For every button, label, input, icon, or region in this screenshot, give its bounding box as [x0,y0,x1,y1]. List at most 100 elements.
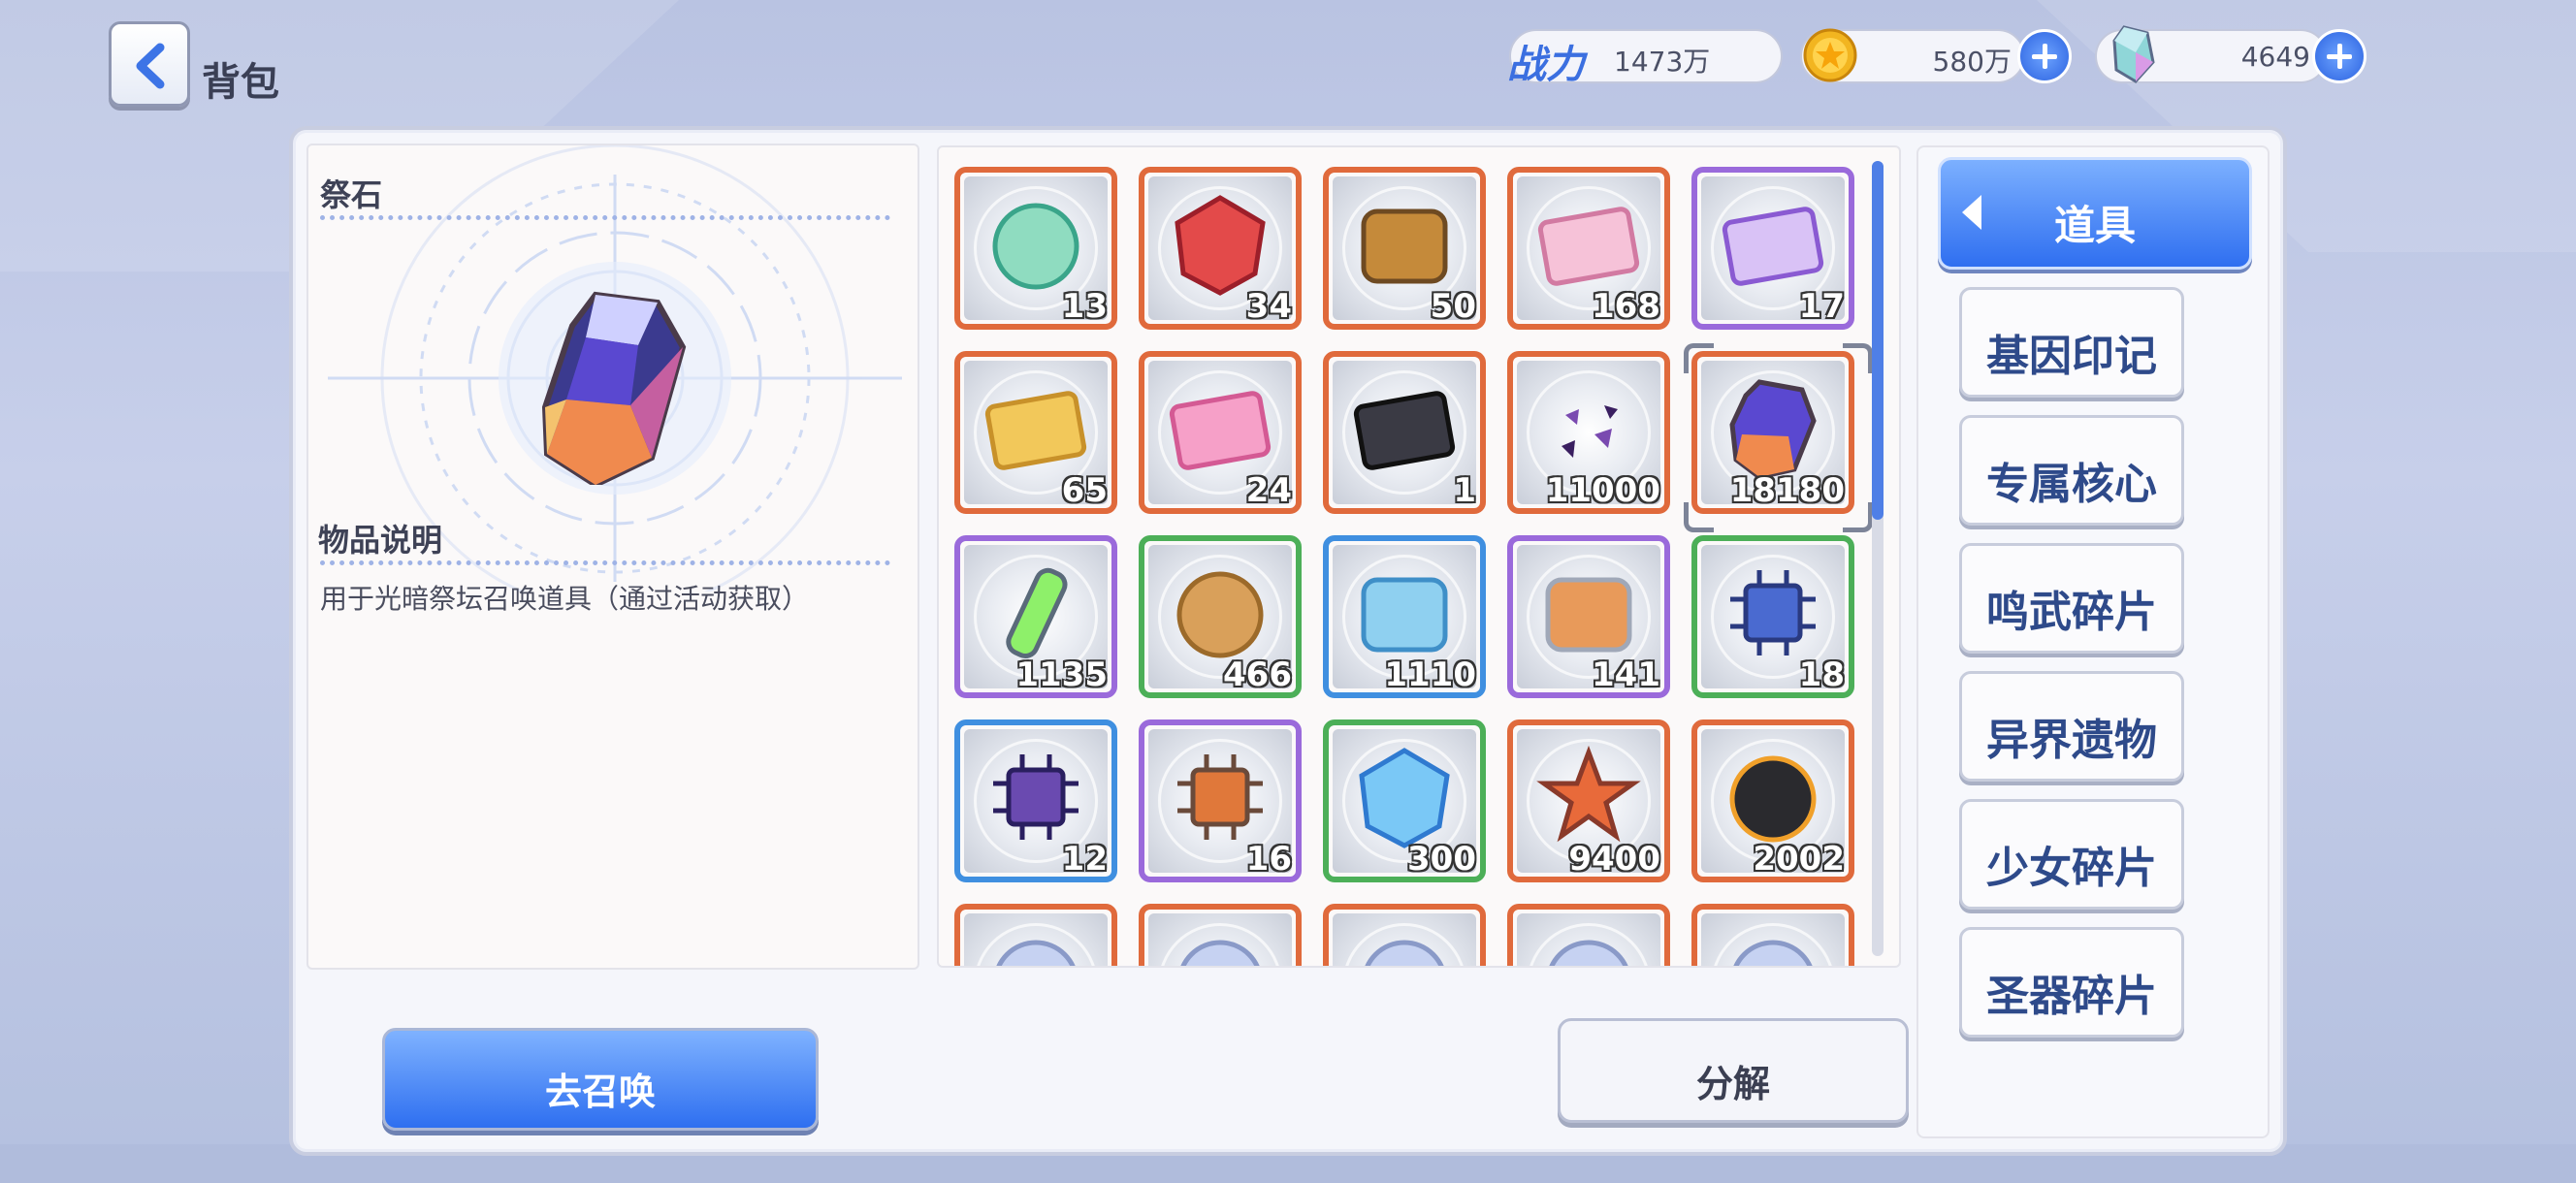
item-slot[interactable]: 300 [1323,719,1486,882]
item-count: 18 [1798,655,1845,694]
partial-icon [1733,940,1813,966]
page-title: 背包 [202,60,279,105]
item-name: 祭石 [320,176,383,213]
item-count: 17 [1798,287,1845,326]
item-slot[interactable]: 141 [1507,535,1670,698]
category-tab-gene-mark[interactable]: 基因印记 [1959,287,2184,398]
item-slot[interactable]: 17 [1691,167,1854,330]
gold-display: 580万 [1800,28,2025,83]
item-slot[interactable]: 16 [1139,719,1302,882]
item-count: 16 [1245,840,1292,879]
purple-ticket-icon [1722,207,1824,286]
category-label: 少女碎片 [1986,844,2157,893]
gold-coin-icon [1803,28,1857,82]
selection-corner [1684,502,1714,532]
button-label: 去召唤 [544,1071,656,1113]
item-count: 18180 [1729,471,1845,510]
scrollbar-thumb[interactable] [1872,161,1884,520]
item-count: 1110 [1384,655,1476,694]
item-slot[interactable]: 1110 [1323,535,1486,698]
ghost-icon [1729,755,1817,843]
item-slot[interactable] [1691,904,1854,966]
description-heading: 物品说明 [318,522,443,559]
item-grid: 13 34 50 168 17 65 24 1 11000 18180 1135 466 1110 141… [937,145,1901,968]
partial-icon [1180,940,1260,966]
category-tab-artifact-shards[interactable]: 圣器碎片 [1959,927,2184,1038]
item-slot[interactable]: 34 [1139,167,1302,330]
item-slot[interactable]: 18180 [1691,351,1854,514]
category-label: 鸣武碎片 [1986,588,2157,637]
item-count: 168 [1592,287,1660,326]
item-slot[interactable]: 168 [1507,167,1670,330]
pink-ticket-icon [1537,207,1640,286]
button-label: 分解 [1695,1063,1770,1105]
ice-crystal-icon [1359,748,1450,848]
item-slot[interactable]: 9400 [1507,719,1670,882]
blue-chip-icon [1730,570,1816,655]
category-label: 异界遗物 [1986,716,2157,765]
item-slot[interactable] [954,904,1117,966]
item-detail-panel: 祭石 物品说明 用于光暗祭坛召唤道具（通过活动获取） [306,144,919,970]
category-tab-weapon-shards[interactable]: 鸣武碎片 [1959,543,2184,654]
item-slot[interactable]: 24 [1139,351,1302,514]
divider [320,560,890,565]
item-slot[interactable] [1139,904,1302,966]
item-count: 300 [1407,840,1476,879]
item-count: 1135 [1015,655,1108,694]
add-gold-button[interactable] [2017,29,2072,83]
power-label: 战力 [1507,43,1585,87]
item-count: 11000 [1545,471,1660,510]
item-slot[interactable] [1323,904,1486,966]
item-count: 466 [1223,655,1292,694]
black-card-icon [1353,391,1456,470]
item-count: 141 [1592,655,1660,694]
category-tab-girl-shards[interactable]: 少女碎片 [1959,799,2184,910]
back-button[interactable] [109,21,190,107]
category-tab-active[interactable]: 道具 [1938,157,2252,270]
purple-shards-icon [1562,405,1618,458]
category-tab-exclusive-core[interactable]: 专属核心 [1959,415,2184,526]
item-slot[interactable]: 466 [1139,535,1302,698]
add-gem-button[interactable] [2312,29,2367,83]
partial-icon [1549,940,1628,966]
item-slot[interactable] [1507,904,1670,966]
sacred-stone-icon [1729,379,1817,480]
divider [320,215,890,220]
gold-value: 580万 [1932,46,2012,78]
item-slot[interactable]: 11000 [1507,351,1670,514]
item-count: 2002 [1753,840,1845,879]
item-description: 用于光暗祭坛召唤道具（通过活动获取） [320,583,810,615]
item-count: 1 [1453,471,1476,510]
gem-value: 4649 [2240,41,2310,73]
item-count: 13 [1061,287,1108,326]
gene-card-icon [1169,391,1272,470]
selection-corner [1684,343,1714,373]
item-count: 24 [1245,471,1292,510]
item-slot[interactable]: 50 [1323,167,1486,330]
item-count: 9400 [1568,840,1660,879]
category-label: 基因印记 [1986,332,2157,381]
item-slot[interactable]: 18 [1691,535,1854,698]
selection-corner [1843,343,1873,373]
item-count: 65 [1061,471,1108,510]
item-slot[interactable]: 2002 [1691,719,1854,882]
item-count: 50 [1430,287,1476,326]
item-slot[interactable]: 1 [1323,351,1486,514]
go-summon-button[interactable]: 去召唤 [382,1028,819,1131]
item-slot[interactable]: 65 [954,351,1117,514]
sacred-stone-large-icon [541,291,687,485]
item-slot[interactable]: 1135 [954,535,1117,698]
category-tab-otherworld-relics[interactable]: 异界遗物 [1959,671,2184,782]
star-medal-icon [1536,745,1641,843]
can-icon [1545,577,1632,653]
category-label: 圣器碎片 [1986,972,2157,1021]
gem-icon [2112,25,2155,83]
decompose-button[interactable]: 分解 [1558,1018,1909,1123]
item-slot[interactable]: 13 [954,167,1117,330]
purple-chip-icon [993,754,1079,840]
chevron-left-icon [136,43,165,89]
item-slot[interactable]: 12 [954,719,1117,882]
partial-icon [996,940,1076,966]
category-label: 道具 [2053,202,2136,249]
gold-card-icon [984,391,1087,470]
